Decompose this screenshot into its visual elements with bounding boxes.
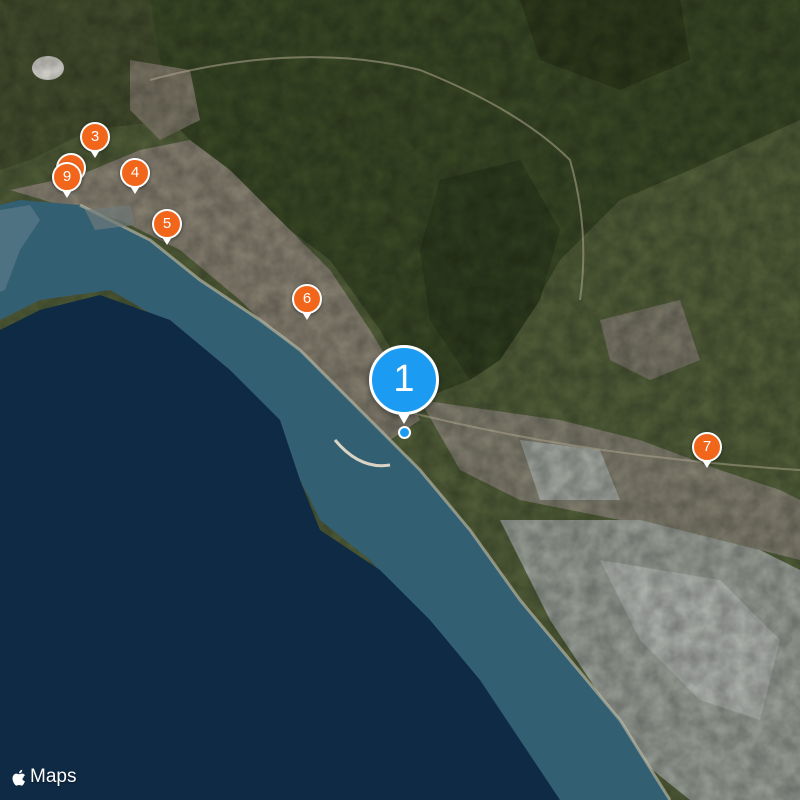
map-marker-6[interactable]: 6: [292, 284, 322, 314]
map-marker-4[interactable]: 4: [120, 158, 150, 188]
selected-location-dot: [398, 426, 411, 439]
map-marker-1[interactable]: 1: [369, 345, 439, 415]
maps-attribution[interactable]: Maps: [12, 766, 76, 788]
map-view[interactable]: 3 4 5 6 7 9 1 Maps: [0, 0, 800, 800]
map-marker-9[interactable]: 9: [52, 162, 82, 192]
map-marker-5[interactable]: 5: [152, 209, 182, 239]
map-marker-3[interactable]: 3: [80, 122, 110, 152]
apple-logo-icon: [12, 769, 25, 786]
map-marker-7[interactable]: 7: [692, 432, 722, 462]
maps-attribution-label: Maps: [30, 766, 77, 787]
